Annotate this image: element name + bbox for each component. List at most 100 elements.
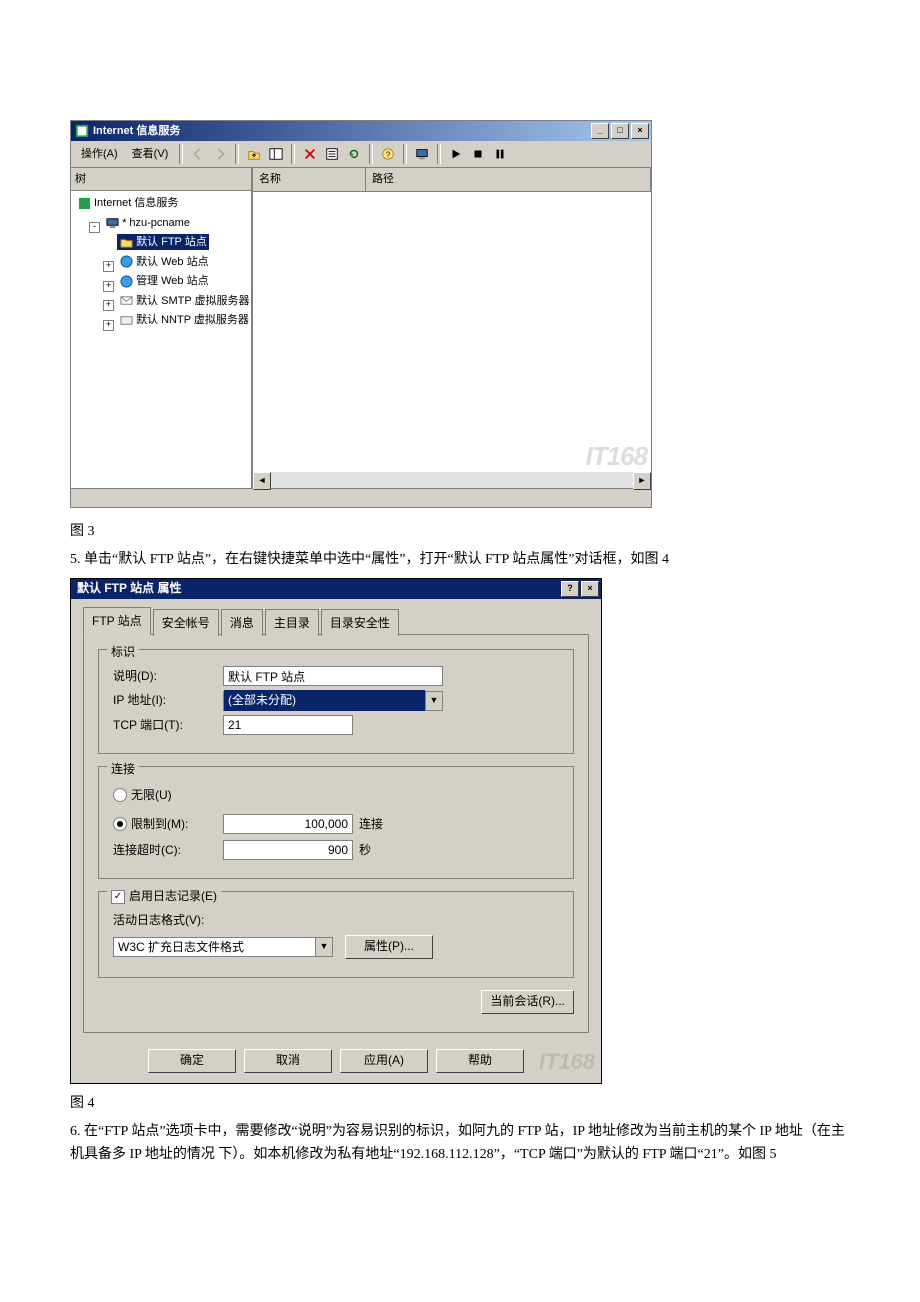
help-icon[interactable]: ? — [378, 144, 398, 164]
tree-smtp-label: 默认 SMTP 虚拟服务器 — [136, 293, 249, 309]
close-button[interactable]: × — [581, 581, 599, 597]
limit-to-radio[interactable]: 限制到(M): — [113, 814, 223, 834]
tab-directory-security[interactable]: 目录安全性 — [321, 609, 399, 636]
log-format-label: 活动日志格式(V): — [113, 910, 559, 930]
delete-icon[interactable] — [300, 144, 320, 164]
scroll-right-icon[interactable]: ► — [633, 472, 651, 490]
figure-4-caption: 图 4 — [70, 1092, 850, 1116]
separator — [369, 144, 373, 164]
expand-icon[interactable]: - — [89, 222, 100, 233]
identification-group: 标识 说明(D): IP 地址(I): (全部未分配) ▼ TCP 端口(T) — [98, 649, 574, 754]
up-folder-icon[interactable] — [244, 144, 264, 164]
tree-ftp-site[interactable]: 默认 FTP 站点 — [117, 234, 209, 250]
expand-icon[interactable]: + — [103, 320, 114, 331]
globe-icon — [119, 274, 133, 288]
ip-address-value: (全部未分配) — [224, 690, 425, 710]
scroll-track[interactable] — [271, 472, 633, 488]
stop-icon[interactable] — [468, 144, 488, 164]
timeout-unit: 秒 — [359, 840, 371, 860]
computer-icon[interactable] — [412, 144, 432, 164]
tree-admin-site[interactable]: 管理 Web 站点 — [117, 273, 211, 289]
description-label: 说明(D): — [113, 666, 223, 686]
limit-value-input[interactable] — [223, 814, 353, 834]
col-name[interactable]: 名称 — [253, 168, 366, 191]
watermark: IT168 — [539, 1043, 595, 1080]
ftp-folder-icon — [119, 235, 133, 249]
tab-security-accounts[interactable]: 安全帐号 — [153, 609, 219, 636]
separator — [403, 144, 407, 164]
tree-host[interactable]: * hzu-pcname — [103, 215, 192, 231]
log-format-select[interactable]: W3C 扩充日志文件格式 ▼ — [113, 937, 333, 957]
tab-strip: FTP 站点 安全帐号 消息 主目录 目录安全性 — [83, 607, 589, 635]
tree-nntp-label: 默认 NNTP 虚拟服务器 — [136, 312, 249, 328]
pause-icon[interactable] — [490, 144, 510, 164]
dropdown-icon[interactable]: ▼ — [315, 938, 332, 956]
close-button[interactable]: × — [631, 123, 649, 139]
tree-web-label: 默认 Web 站点 — [136, 254, 209, 270]
tree-ftp-label: 默认 FTP 站点 — [136, 234, 207, 250]
news-icon — [119, 313, 133, 327]
mail-icon — [119, 294, 133, 308]
scroll-left-icon[interactable]: ◄ — [253, 472, 271, 490]
expand-icon[interactable]: + — [103, 261, 114, 272]
cancel-button[interactable]: 取消 — [244, 1049, 332, 1073]
tree-header: 树 — [71, 168, 251, 191]
separator — [235, 144, 239, 164]
unlimited-radio[interactable]: 无限(U) — [113, 785, 172, 805]
timeout-input[interactable] — [223, 840, 353, 860]
column-header[interactable]: 名称 路径 — [253, 168, 651, 192]
limit-to-label: 限制到(M): — [131, 814, 188, 834]
properties-icon[interactable] — [322, 144, 342, 164]
tree-nntp[interactable]: 默认 NNTP 虚拟服务器 — [117, 312, 251, 328]
tree-view[interactable]: Internet 信息服务 - * hzu-pcname — [71, 191, 251, 488]
apply-button[interactable]: 应用(A) — [340, 1049, 428, 1073]
ok-button[interactable]: 确定 — [148, 1049, 236, 1073]
play-icon[interactable] — [446, 144, 466, 164]
connections-group: 连接 无限(U) 限制到(M): 连接 — [98, 766, 574, 879]
tree-web-site[interactable]: 默认 Web 站点 — [117, 254, 211, 270]
tab-home-directory[interactable]: 主目录 — [265, 609, 319, 636]
tree-root[interactable]: Internet 信息服务 — [75, 195, 180, 211]
separator — [179, 144, 183, 164]
tab-panel: 标识 说明(D): IP 地址(I): (全部未分配) ▼ TCP 端口(T) — [83, 634, 589, 1033]
log-properties-button[interactable]: 属性(P)... — [345, 935, 433, 959]
logging-group: ✓ 启用日志记录(E) 活动日志格式(V): W3C 扩充日志文件格式 ▼ 属性… — [98, 891, 574, 977]
current-sessions-button[interactable]: 当前会话(R)... — [481, 990, 574, 1014]
menu-view[interactable]: 查看(V) — [126, 143, 175, 166]
connections-legend: 连接 — [107, 759, 139, 779]
list-area[interactable]: IT168 ◄ ► — [253, 192, 651, 488]
enable-logging-checkbox[interactable]: ✓ 启用日志记录(E) — [111, 886, 217, 906]
refresh-icon[interactable] — [344, 144, 364, 164]
tcp-port-input[interactable] — [223, 715, 353, 735]
window-title: Internet 信息服务 — [93, 122, 180, 141]
menu-action[interactable]: 操作(A) — [75, 143, 124, 166]
ip-address-label: IP 地址(I): — [113, 690, 223, 710]
tree-admin-label: 管理 Web 站点 — [136, 273, 209, 289]
maximize-button[interactable]: □ — [611, 123, 629, 139]
minimize-button[interactable]: _ — [591, 123, 609, 139]
col-path[interactable]: 路径 — [366, 168, 651, 191]
log-format-value: W3C 扩充日志文件格式 — [114, 937, 315, 957]
unlimited-label: 无限(U) — [131, 785, 172, 805]
help-button[interactable]: ? — [561, 581, 579, 597]
toolbar: 操作(A) 查看(V) — [71, 141, 651, 168]
expand-icon[interactable]: + — [103, 300, 114, 311]
svg-text:?: ? — [386, 151, 391, 160]
window-titlebar[interactable]: Internet 信息服务 _ □ × — [71, 121, 651, 141]
horizontal-scrollbar[interactable]: ◄ ► — [253, 472, 651, 488]
tab-ftp-site[interactable]: FTP 站点 — [83, 607, 151, 635]
dropdown-icon[interactable]: ▼ — [425, 692, 442, 710]
tree-smtp[interactable]: 默认 SMTP 虚拟服务器 — [117, 293, 251, 309]
expand-icon[interactable]: + — [103, 281, 114, 292]
figure-3-caption: 图 3 — [70, 520, 850, 544]
help-button[interactable]: 帮助 — [436, 1049, 524, 1073]
iis-icon — [77, 196, 91, 210]
ip-address-select[interactable]: (全部未分配) ▼ — [223, 691, 443, 711]
description-input[interactable] — [223, 666, 443, 686]
step-5-text: 5. 单击“默认 FTP 站点”，在右键快捷菜单中选中“属性”，打开“默认 FT… — [70, 548, 850, 572]
dialog-titlebar[interactable]: 默认 FTP 站点 属性 ? × — [71, 579, 601, 599]
show-hide-tree-icon[interactable] — [266, 144, 286, 164]
list-pane: 名称 路径 IT168 ◄ ► — [253, 168, 651, 488]
timeout-label: 连接超时(C): — [113, 840, 223, 860]
tab-messages[interactable]: 消息 — [221, 609, 263, 636]
